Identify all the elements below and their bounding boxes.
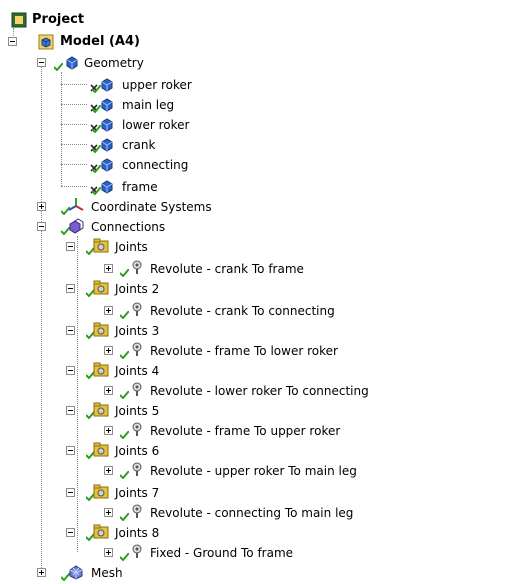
part-body-icon <box>101 138 113 152</box>
collapse-toggle[interactable] <box>66 528 75 537</box>
part-label[interactable]: main leg <box>122 98 174 112</box>
part-body-icon <box>101 118 113 132</box>
check-icon <box>120 513 129 521</box>
part-body-icon <box>101 180 113 194</box>
joints-group-label[interactable]: Joints 7 <box>115 486 159 500</box>
collapse-toggle[interactable] <box>8 37 17 46</box>
joints-folder-icon <box>93 238 109 253</box>
joints-group-label[interactable]: Joints 5 <box>115 404 159 418</box>
mesh-icon <box>69 565 83 580</box>
tree-guide <box>61 186 87 187</box>
collapse-toggle[interactable] <box>37 222 46 231</box>
collapse-toggle[interactable] <box>66 446 75 455</box>
joint-label[interactable]: Revolute - crank To connecting <box>150 304 335 318</box>
collapse-toggle[interactable] <box>66 326 75 335</box>
check-icon <box>120 553 129 561</box>
joints-folder-icon <box>93 402 109 417</box>
joints-folder-icon <box>93 280 109 295</box>
joints-group-label[interactable]: Joints 3 <box>115 324 159 338</box>
project-label[interactable]: Project <box>32 13 84 27</box>
coordinate-systems-label[interactable]: Coordinate Systems <box>91 200 212 214</box>
part-label[interactable]: connecting <box>122 158 188 172</box>
revolute-joint-icon <box>132 462 142 476</box>
joint-label[interactable]: Revolute - upper roker To main leg <box>150 464 357 478</box>
joint-label[interactable]: Revolute - frame To upper roker <box>150 424 340 438</box>
expand-toggle[interactable] <box>104 264 113 273</box>
joint-label[interactable]: Revolute - connecting To main leg <box>150 506 353 520</box>
joint-label[interactable]: Revolute - frame To lower roker <box>150 344 338 358</box>
fixed-joint-icon <box>132 544 142 558</box>
tree-guide <box>77 236 78 552</box>
mesh-label[interactable]: Mesh <box>91 566 123 580</box>
joints-folder-icon <box>93 322 109 337</box>
collapse-toggle[interactable] <box>66 406 75 415</box>
geometry-label[interactable]: Geometry <box>84 56 144 70</box>
joints-group-label[interactable]: Joints <box>115 240 148 254</box>
part-body-icon <box>101 98 113 112</box>
check-icon <box>120 391 129 399</box>
connections-label[interactable]: Connections <box>91 220 165 234</box>
joints-group-label[interactable]: Joints 6 <box>115 444 159 458</box>
expand-toggle[interactable] <box>37 202 46 211</box>
collapse-toggle[interactable] <box>66 366 75 375</box>
tree-guide <box>41 64 42 572</box>
expand-toggle[interactable] <box>104 306 113 315</box>
part-label[interactable]: upper roker <box>122 78 192 92</box>
part-label[interactable]: crank <box>122 138 155 152</box>
revolute-joint-icon <box>132 260 142 274</box>
collapse-toggle[interactable] <box>66 242 75 251</box>
expand-toggle[interactable] <box>104 466 113 475</box>
joint-label[interactable]: Revolute - lower roker To connecting <box>150 384 369 398</box>
collapse-toggle[interactable] <box>37 58 46 67</box>
model-label[interactable]: Model (A4) <box>60 35 140 49</box>
expand-toggle[interactable] <box>104 346 113 355</box>
check-icon <box>120 311 129 319</box>
expand-toggle[interactable] <box>104 508 113 517</box>
geometry-icon <box>66 56 78 70</box>
check-icon <box>120 351 129 359</box>
joints-group-label[interactable]: Joints 8 <box>115 526 159 540</box>
part-label[interactable]: lower roker <box>122 118 189 132</box>
revolute-joint-icon <box>132 302 142 316</box>
expand-toggle[interactable] <box>104 426 113 435</box>
part-label[interactable]: frame <box>122 180 158 194</box>
collapse-toggle[interactable] <box>66 488 75 497</box>
joint-label[interactable]: Fixed - Ground To frame <box>150 546 293 560</box>
joints-folder-icon <box>93 362 109 377</box>
joints-group-label[interactable]: Joints 2 <box>115 282 159 296</box>
joint-label[interactable]: Revolute - crank To frame <box>150 262 304 276</box>
connections-icon <box>69 218 84 234</box>
check-icon <box>120 471 129 479</box>
tree-guide <box>61 164 87 165</box>
revolute-joint-icon <box>132 342 142 356</box>
part-body-icon <box>101 158 113 172</box>
model-icon <box>38 34 54 50</box>
part-body-icon <box>101 78 113 92</box>
check-icon <box>120 431 129 439</box>
tree-guide <box>61 104 87 105</box>
expand-toggle[interactable] <box>104 386 113 395</box>
revolute-joint-icon <box>132 382 142 396</box>
expand-toggle[interactable] <box>104 548 113 557</box>
tree-guide <box>61 84 87 85</box>
joints-group-label[interactable]: Joints 4 <box>115 364 159 378</box>
tree-guide <box>61 144 87 145</box>
check-icon <box>120 269 129 277</box>
revolute-joint-icon <box>132 422 142 436</box>
joints-folder-icon <box>93 484 109 499</box>
check-icon <box>54 63 63 71</box>
joints-folder-icon <box>93 524 109 539</box>
revolute-joint-icon <box>132 504 142 518</box>
project-icon <box>11 12 27 28</box>
collapse-toggle[interactable] <box>66 284 75 293</box>
coordinate-systems-icon <box>68 198 84 211</box>
outline-tree: Project Model (A4) Geometry upper roker <box>0 0 525 584</box>
expand-toggle[interactable] <box>37 568 46 577</box>
joints-folder-icon <box>93 442 109 457</box>
tree-guide <box>61 124 87 125</box>
tree-guide <box>61 72 62 186</box>
